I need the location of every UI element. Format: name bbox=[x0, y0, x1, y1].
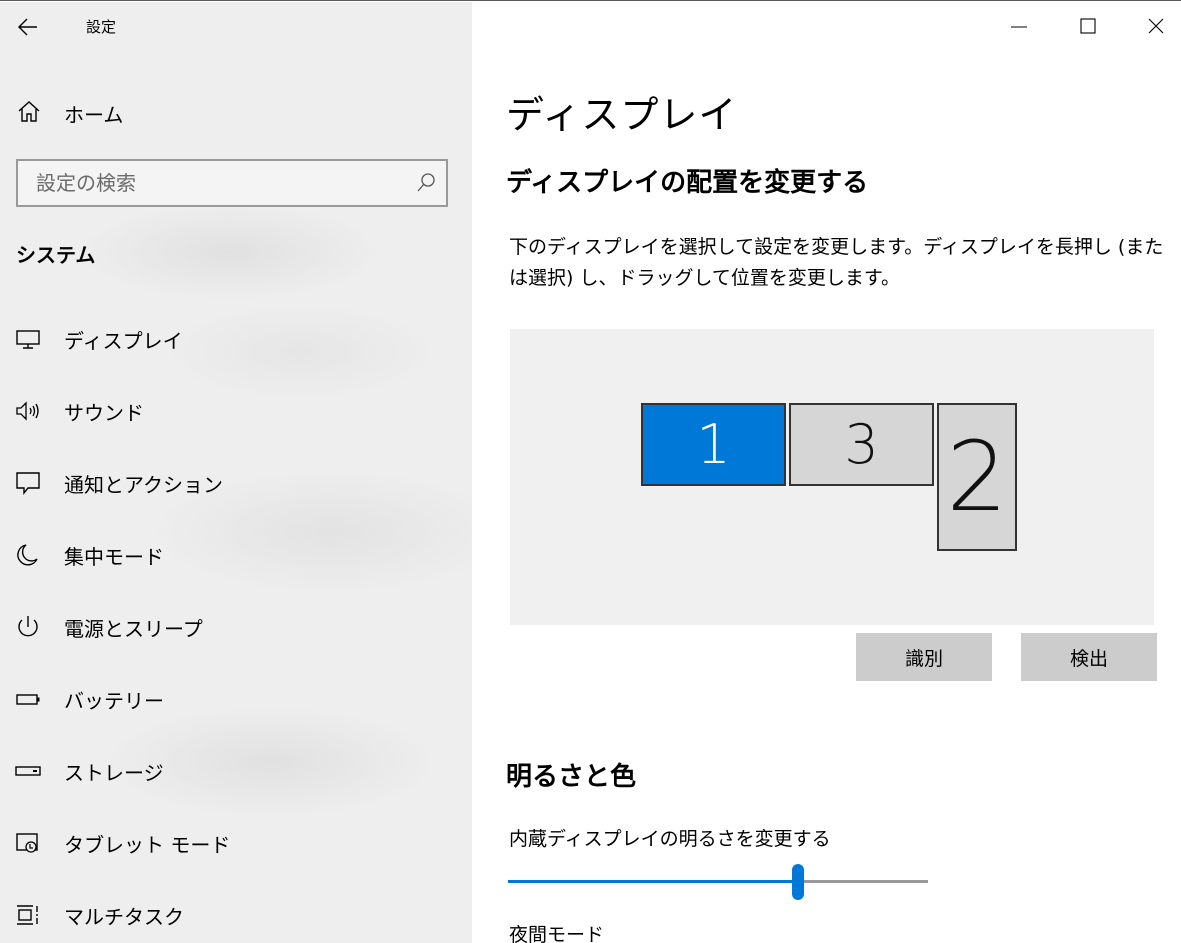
title-bar: 設定 bbox=[0, 2, 472, 52]
sidebar-item-label: サウンド bbox=[64, 401, 144, 425]
back-arrow-icon bbox=[18, 18, 38, 36]
sidebar-item-label: ディスプレイ bbox=[64, 329, 183, 353]
search-icon[interactable] bbox=[414, 171, 438, 195]
detect-button[interactable]: 検出 bbox=[1021, 633, 1157, 681]
brightness-slider[interactable] bbox=[508, 864, 928, 900]
sidebar-item-label: タブレット モード bbox=[64, 833, 231, 857]
sidebar-item-storage[interactable]: ストレージ bbox=[0, 741, 472, 801]
display-number: 2 bbox=[946, 421, 1008, 533]
display-arrangement-area[interactable]: 1 3 2 bbox=[510, 329, 1154, 625]
arrangement-description: 下のディスプレイを選択して設定を変更します。ディスプレイを長押し (または選択)… bbox=[509, 236, 1164, 289]
sidebar-item-power-sleep[interactable]: 電源とスリープ bbox=[0, 597, 472, 657]
sidebar-item-label: ストレージ bbox=[64, 761, 164, 785]
display-3-tile[interactable]: 3 bbox=[789, 403, 934, 486]
sidebar-item-label: 集中モード bbox=[64, 545, 164, 569]
multitask-icon bbox=[14, 903, 42, 927]
sidebar-item-label: 電源とスリープ bbox=[64, 617, 203, 641]
display-number: 1 bbox=[696, 413, 731, 476]
battery-icon bbox=[14, 687, 42, 711]
power-icon bbox=[14, 615, 42, 639]
sidebar-item-focus-assist[interactable]: 集中モード bbox=[0, 525, 472, 585]
search-input[interactable] bbox=[20, 163, 400, 203]
moon-icon bbox=[14, 543, 42, 567]
sidebar-item-multitasking[interactable]: マルチタスク bbox=[0, 885, 472, 943]
display-number: 3 bbox=[844, 413, 879, 476]
back-button[interactable] bbox=[10, 10, 46, 44]
display-2-tile[interactable]: 2 bbox=[937, 403, 1017, 551]
maximize-icon bbox=[1065, 10, 1111, 44]
sidebar: 設定 ホーム システム ディスプレイ サウンド bbox=[0, 2, 472, 943]
slider-track-fill bbox=[508, 880, 798, 883]
sidebar-item-sound[interactable]: サウンド bbox=[0, 381, 472, 441]
brightness-label: 内蔵ディスプレイの明るさを変更する bbox=[509, 828, 831, 850]
maximize-button[interactable] bbox=[1065, 10, 1111, 44]
settings-window: 設定 ホーム システム ディスプレイ サウンド bbox=[0, 0, 1181, 943]
sidebar-item-label: バッテリー bbox=[64, 689, 164, 713]
tablet-icon bbox=[14, 831, 42, 855]
minimize-icon bbox=[996, 10, 1042, 44]
close-button[interactable] bbox=[1133, 10, 1179, 44]
sidebar-item-battery[interactable]: バッテリー bbox=[0, 669, 472, 729]
storage-icon bbox=[14, 759, 42, 783]
sidebar-item-label: 通知とアクション bbox=[64, 473, 223, 497]
home-label: ホーム bbox=[64, 103, 124, 127]
slider-thumb[interactable] bbox=[791, 864, 804, 900]
minimize-button[interactable] bbox=[996, 10, 1042, 44]
notification-icon bbox=[14, 471, 42, 495]
night-mode-label: 夜間モード bbox=[509, 924, 605, 943]
sidebar-item-notifications[interactable]: 通知とアクション bbox=[0, 453, 472, 513]
identify-button[interactable]: 識別 bbox=[856, 633, 992, 681]
search-box[interactable] bbox=[16, 159, 448, 207]
monitor-icon bbox=[14, 327, 42, 351]
brightness-color-heading: 明るさと色 bbox=[506, 762, 637, 792]
sidebar-item-home[interactable]: ホーム bbox=[0, 90, 472, 134]
speaker-icon bbox=[14, 399, 42, 423]
sidebar-item-label: マルチタスク bbox=[64, 905, 184, 929]
main-content: ディスプレイ ディスプレイの配置を変更する 下のディスプレイを選択して設定を変更… bbox=[472, 2, 1181, 943]
display-1-tile[interactable]: 1 bbox=[641, 403, 786, 486]
arrangement-heading: ディスプレイの配置を変更する bbox=[506, 168, 869, 198]
page-title: ディスプレイ bbox=[506, 93, 738, 137]
section-title: システム bbox=[16, 243, 96, 267]
close-icon bbox=[1133, 10, 1179, 44]
sidebar-item-display[interactable]: ディスプレイ bbox=[0, 309, 472, 369]
app-title: 設定 bbox=[86, 18, 117, 36]
home-icon bbox=[16, 100, 42, 124]
sidebar-item-tablet-mode[interactable]: タブレット モード bbox=[0, 813, 472, 873]
